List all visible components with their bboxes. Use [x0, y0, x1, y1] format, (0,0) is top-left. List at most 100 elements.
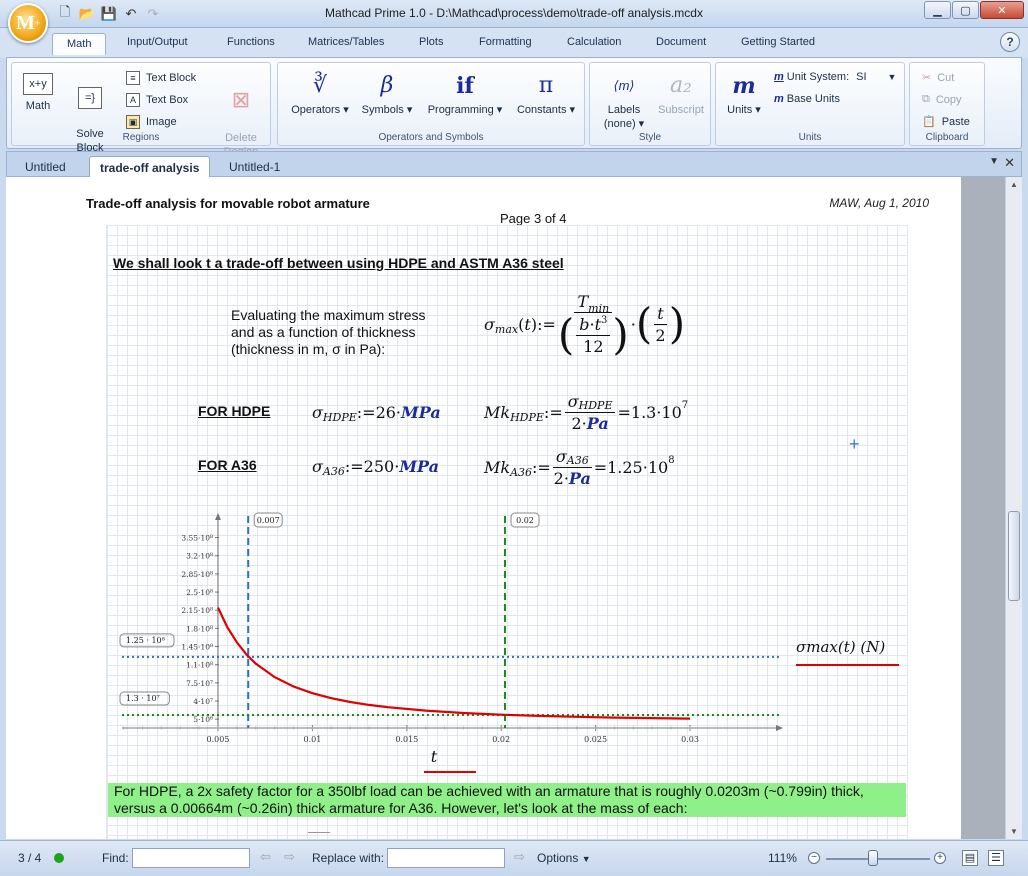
text-box-button[interactable]: A Text Box — [126, 93, 188, 107]
zoom-in-icon[interactable]: + — [934, 852, 946, 864]
unit-system-icon: m — [774, 71, 784, 83]
help-icon[interactable]: ? — [1000, 32, 1020, 52]
group-clipboard: ✂ Cut ⧉ Copy 📋 Paste Clipboard — [909, 62, 985, 146]
tab-formatting[interactable]: Formatting — [479, 36, 532, 48]
unit-system-dropdown[interactable]: m Unit System: SI ▼ — [774, 71, 896, 83]
programming-button[interactable]: if Programming ▾ — [424, 73, 506, 117]
document-tab-bar: Untitled trade-off analysis Untitled-1 ▼… — [6, 151, 1022, 178]
minimize-icon[interactable]: ▁ — [924, 1, 951, 19]
scrollbar-thumb[interactable] — [1008, 511, 1020, 601]
tab-matrices-tables[interactable]: Matrices/Tables — [308, 36, 384, 48]
text-block-button[interactable]: ≡ Text Block — [126, 71, 196, 85]
y-tick-label: 3.2·10⁸ — [186, 552, 213, 561]
app-menu-button[interactable]: M + — [8, 3, 48, 43]
delete-region-button[interactable]: ⊠ Delete Region — [216, 73, 266, 159]
vertical-scrollbar[interactable]: ▲ ▼ — [1005, 177, 1022, 839]
find-previous-icon[interactable]: ⇦ — [260, 849, 271, 865]
cut-button[interactable]: ✂ Cut — [922, 71, 954, 85]
maximize-icon[interactable]: ▢ — [952, 1, 979, 19]
operators-button[interactable]: ∛ Operators ▾ — [288, 73, 352, 117]
x-tick-label: 0.015 — [395, 735, 418, 744]
y-tick-label: 2.5·10⁸ — [186, 588, 213, 597]
label-for-a36[interactable]: FOR A36 — [198, 457, 257, 473]
sigma-a36-definition[interactable]: σ A36:= 250 · MPa — [312, 457, 439, 478]
options-dropdown[interactable]: Options ▼ — [537, 851, 591, 865]
replace-icon[interactable]: ⇨ — [514, 849, 525, 865]
image-icon: ▣ — [126, 115, 140, 129]
x-tick-label: 0.005 — [207, 735, 230, 744]
eval-text-region[interactable]: Evaluating the maximum stress and as a f… — [231, 307, 451, 358]
image-button[interactable]: ▣ Image — [126, 115, 177, 129]
label-for-hdpe[interactable]: FOR HDPE — [198, 403, 270, 419]
tab-input-output[interactable]: Input/Output — [127, 36, 188, 48]
delete-region-icon: ⊠ — [231, 87, 251, 112]
tab-getting-started[interactable]: Getting Started — [741, 36, 815, 48]
constants-button[interactable]: π Constants ▾ — [514, 73, 578, 117]
scroll-up-icon[interactable]: ▲ — [1010, 180, 1018, 189]
units-button[interactable]: m Units ▾ — [722, 73, 766, 117]
subscript-icon: a₂ — [670, 73, 692, 98]
insertion-crosshair-icon: + — [849, 434, 860, 454]
symbols-button[interactable]: β Symbols ▾ — [360, 73, 414, 117]
section-heading[interactable]: We shall look t a trade-off between usin… — [113, 255, 564, 271]
math-region-button[interactable]: x+y Math — [18, 73, 58, 113]
y-tick-label: 7.5·10⁷ — [186, 679, 213, 688]
group-operators-symbols: ∛ Operators ▾ β Symbols ▾ if Programming… — [277, 62, 585, 146]
x-marker-label: 0.02 — [516, 516, 534, 525]
page-view-icon[interactable]: ▤ — [962, 850, 978, 866]
group-label-clipboard: Clipboard — [925, 132, 969, 143]
zoom-out-icon[interactable]: − — [808, 852, 820, 864]
tab-functions[interactable]: Functions — [227, 36, 275, 48]
x-marker-label: 0.007 — [257, 516, 280, 525]
y-tick-label: 1.45·10⁸ — [181, 643, 213, 652]
find-input[interactable] — [132, 848, 250, 868]
mk-hdpe-definition[interactable]: Mk HDPE:= σHDPE 2·Pa = 1.3·10 7 — [484, 392, 688, 433]
doc-tab-untitled[interactable]: Untitled — [15, 156, 76, 178]
tab-list-chevron-icon[interactable]: ▼ — [989, 156, 999, 167]
copy-icon: ⧉ — [922, 93, 930, 105]
doc-tab-trade-off-analysis[interactable]: trade-off analysis — [89, 156, 211, 178]
sigma-hdpe-definition[interactable]: σ HDPE:= 26 · MPa — [312, 403, 441, 424]
scroll-down-icon[interactable]: ▼ — [1010, 827, 1018, 836]
zoom-slider[interactable] — [826, 858, 930, 860]
pi-icon: π — [538, 73, 554, 98]
copy-button[interactable]: ⧉ Copy — [922, 93, 962, 106]
stress-plot[interactable]: 0.005 0.01 0.015 0.02 0.025 0.03 3.55·10⁸ 3.2·1… — [106, 512, 906, 777]
y-tick-label: 1.8·10⁸ — [186, 624, 213, 633]
y-axis-label: σmax(t) (N) — [796, 638, 885, 656]
tab-math[interactable]: Math — [52, 33, 107, 55]
y-tick-label: 2.15·10⁸ — [181, 606, 213, 615]
note-text-region[interactable]: For HDPE, a 2x safety factor for a 350lb… — [108, 783, 906, 817]
draft-view-icon[interactable]: ☰ — [988, 850, 1004, 866]
label-tag-icon: ⟨m⟩ — [613, 78, 635, 93]
labels-dropdown[interactable]: ⟨m⟩ Labels (none) ▾ — [598, 73, 650, 131]
y-tick-label: 5·10⁶ — [193, 715, 213, 724]
tab-calculation[interactable]: Calculation — [567, 36, 621, 48]
group-units: m Units ▾ m Unit System: SI ▼ m Base Uni… — [715, 62, 905, 146]
find-next-icon[interactable]: ⇨ — [284, 849, 295, 865]
sigma-max-definition[interactable]: σ max(t):= Tmin (b·t3 12) · (t 2) — [484, 292, 685, 356]
if-icon: if — [456, 73, 474, 99]
zoom-slider-thumb[interactable] — [867, 850, 878, 866]
text-box-icon: A — [126, 93, 140, 107]
close-tab-icon[interactable]: ✕ — [1004, 155, 1015, 171]
x-tick-label: 0.03 — [681, 735, 699, 744]
tab-document[interactable]: Document — [656, 36, 706, 48]
clipboard-icon: 📋 — [922, 116, 936, 128]
mk-a36-definition[interactable]: Mk A36:= σA36 2·Pa = 1.25·10 8 — [484, 447, 675, 488]
doc-tab-untitled-1[interactable]: Untitled-1 — [219, 156, 290, 178]
subscript-button[interactable]: a₂ Subscript — [654, 73, 708, 117]
x-tick-label: 0.025 — [584, 735, 607, 744]
base-units-icon: m — [774, 93, 784, 105]
scissors-icon: ✂ — [922, 72, 932, 84]
units-m-icon: m — [732, 73, 756, 99]
x-axis-arrow — [776, 725, 783, 731]
tab-plots[interactable]: Plots — [419, 36, 443, 48]
close-window-icon[interactable]: ✕ — [980, 1, 1024, 19]
worksheet-page[interactable]: Trade-off analysis for movable robot arm… — [6, 177, 961, 839]
replace-input[interactable] — [387, 848, 505, 868]
replace-label: Replace with: — [312, 851, 385, 865]
base-units-button[interactable]: m Base Units — [774, 93, 840, 105]
calc-status-icon — [54, 853, 64, 863]
paste-button[interactable]: 📋 Paste — [922, 115, 970, 129]
